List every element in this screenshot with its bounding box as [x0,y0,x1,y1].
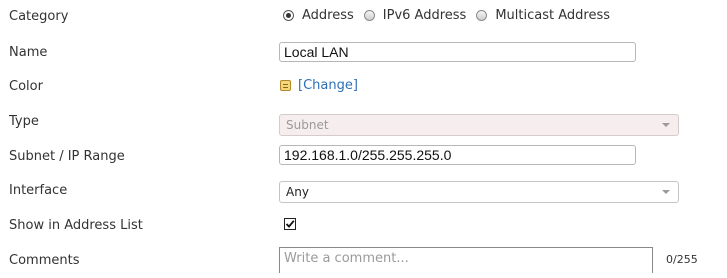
interface-select-value: Any [286,185,309,199]
change-color-link[interactable]: [Change] [298,78,358,93]
category-option-address-label: Address [302,8,354,23]
color-row: Color [Change] [0,70,727,104]
type-row: Type Subnet [0,105,727,139]
checkmark-icon [285,220,295,228]
type-select: Subnet [279,114,679,136]
show-in-address-list-row: Show in Address List [0,209,727,243]
subnet-input[interactable]: 192.168.1.0/255.255.255.0 [279,145,636,165]
radio-checked-icon[interactable] [283,10,294,21]
comments-placeholder: Write a comment... [284,251,409,266]
interface-row: Interface Any [0,174,727,208]
category-option-multicast-address[interactable]: Multicast Address [476,8,610,23]
type-select-value: Subnet [286,118,329,132]
category-radio-group: Address IPv6 Address Multicast Address [283,8,620,23]
subnet-label: Subnet / IP Range [9,149,125,164]
name-input[interactable]: Local LAN [279,42,636,62]
color-label: Color [9,79,43,94]
chevron-down-icon[interactable] [662,190,670,194]
interface-label: Interface [9,183,68,198]
subnet-row: Subnet / IP Range 192.168.1.0/255.255.25… [0,140,727,174]
name-row: Name Local LAN [0,36,727,70]
color-swatch-icon[interactable] [280,80,291,91]
comments-label: Comments [9,253,80,268]
category-row: Category Address IPv6 Address Multicast … [0,0,727,34]
comments-char-counter: 0/255 [666,253,698,266]
comments-textarea[interactable]: Write a comment... [279,247,653,273]
category-option-ipv6-label: IPv6 Address [382,8,467,23]
show-in-address-list-checkbox[interactable] [284,218,296,230]
radio-unchecked-icon[interactable] [476,10,488,21]
show-in-address-list-label: Show in Address List [9,218,143,233]
radio-unchecked-icon[interactable] [363,10,375,21]
category-option-multicast-label: Multicast Address [495,8,610,23]
category-option-address[interactable]: Address [283,8,354,23]
category-label: Category [9,9,69,24]
interface-select[interactable]: Any [279,181,679,203]
chevron-down-icon [662,123,670,127]
type-label: Type [9,114,39,129]
name-label: Name [9,45,48,60]
category-option-ipv6-address[interactable]: IPv6 Address [363,8,467,23]
